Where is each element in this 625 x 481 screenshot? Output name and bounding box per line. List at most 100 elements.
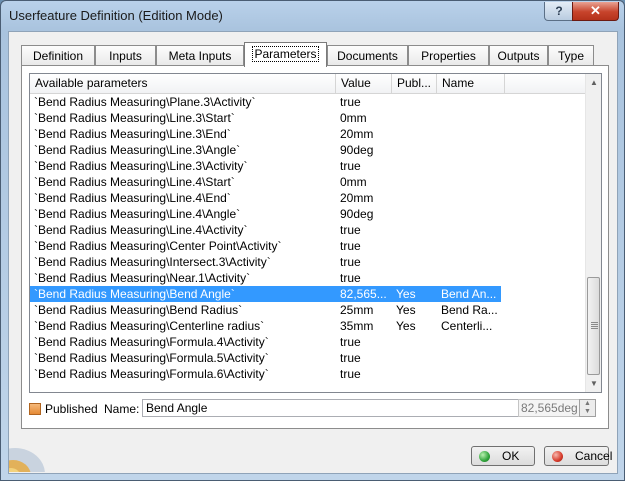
tab-parameters[interactable]: Parameters	[244, 42, 327, 67]
table-row[interactable]: `Bend Radius Measuring\Line.3\End` 20mm	[30, 126, 585, 142]
param-cell: `Bend Radius Measuring\Bend Radius`	[34, 303, 243, 317]
published-cell	[396, 334, 436, 350]
vertical-scrollbar[interactable]: ▲ ▼	[585, 74, 601, 392]
published-cell: Yes	[396, 319, 416, 333]
table-row[interactable]: `Bend Radius Measuring\Centerline radius…	[30, 318, 585, 334]
param-cell: `Bend Radius Measuring\Line.3\Activity`	[34, 159, 248, 173]
ok-label: OK	[502, 449, 520, 463]
parameters-panel: Available parameters Value Publ... Name …	[21, 65, 609, 429]
value-cell: true	[340, 95, 361, 109]
table-row[interactable]: `Bend Radius Measuring\Center Point\Acti…	[30, 238, 585, 254]
table-row[interactable]: `Bend Radius Measuring\Formula.6\Activit…	[30, 366, 585, 382]
value-cell: 35mm	[340, 319, 374, 333]
table-row[interactable]: `Bend Radius Measuring\Line.3\Activity` t…	[30, 158, 585, 174]
value-cell: true	[340, 351, 361, 365]
name-cell	[441, 222, 501, 238]
published-cell	[396, 270, 436, 286]
title-bar[interactable]: Userfeature Definition (Edition Mode) ? …	[1, 1, 624, 31]
tab-documents[interactable]: Documents	[327, 45, 408, 66]
published-cell	[396, 190, 436, 206]
name-cell	[441, 238, 501, 254]
tab-definition[interactable]: Definition	[21, 45, 95, 66]
column-header-published[interactable]: Publ...	[392, 74, 437, 93]
value-cell: 20mm	[340, 191, 374, 205]
dialog-body: Definition Inputs Meta Inputs Parameters Doc…	[8, 31, 618, 474]
table-row[interactable]: `Bend Radius Measuring\Near.1\Activity` t…	[30, 270, 585, 286]
cancel-button[interactable]: Cancel	[544, 446, 612, 466]
table-row[interactable]: `Bend Radius Measuring\Line.4\Activity` t…	[30, 222, 585, 238]
param-cell: `Bend Radius Measuring\Bend Angle`	[34, 287, 235, 301]
value-cell: 0mm	[340, 111, 367, 125]
spin-down-icon: ▼	[584, 408, 591, 415]
close-button[interactable]: ✕	[572, 2, 619, 21]
table-row[interactable]: `Bend Radius Measuring\Line.3\Start` 0mm	[30, 110, 585, 126]
name-cell	[441, 206, 501, 222]
published-cell	[396, 350, 436, 366]
name-cell	[441, 350, 501, 366]
value-cell: true	[340, 239, 361, 253]
name-cell: Bend Ra...	[441, 303, 498, 317]
published-cell	[396, 222, 436, 238]
value-cell: true	[340, 159, 361, 173]
cancel-icon	[552, 451, 563, 462]
help-button[interactable]: ?	[544, 2, 574, 21]
published-cell	[396, 142, 436, 158]
table-row[interactable]: `Bend Radius Measuring\Formula.4\Activit…	[30, 334, 585, 350]
tab-label: Outputs	[497, 49, 540, 63]
param-cell: `Bend Radius Measuring\Centerline radius…	[34, 319, 265, 333]
tab-label: Meta Inputs	[168, 49, 232, 63]
tab-label: Properties	[421, 49, 476, 63]
name-cell	[441, 142, 501, 158]
tab-label: Documents	[337, 49, 398, 63]
table-row[interactable]: `Bend Radius Measuring\Formula.5\Activit…	[30, 350, 585, 366]
value-cell: 20mm	[340, 127, 374, 141]
tab-type[interactable]: Type	[548, 45, 594, 66]
scroll-up-icon[interactable]: ▲	[586, 74, 601, 91]
dialog-window: Userfeature Definition (Edition Mode) ? …	[0, 0, 625, 481]
table-row[interactable]: `Bend Radius Measuring\Bend Radius` 25mm Y…	[30, 302, 585, 318]
param-cell: `Bend Radius Measuring\Line.4\Angle`	[34, 207, 241, 221]
table-row[interactable]: `Bend Radius Measuring\Line.4\Angle` 90de…	[30, 206, 585, 222]
tab-meta-inputs[interactable]: Meta Inputs	[156, 45, 244, 66]
table-row[interactable]: `Bend Radius Measuring\Line.4\Start` 0mm	[30, 174, 585, 190]
published-cell	[396, 110, 436, 126]
value-cell: true	[340, 271, 361, 285]
edit-bar: Published Name: Bend Angle 82,565deg ▲ ▼	[29, 399, 600, 421]
param-cell: `Bend Radius Measuring\Line.3\End`	[34, 127, 231, 141]
table-row[interactable]: `Bend Radius Measuring\Bend Angle` 82,565…	[30, 286, 585, 302]
window-title: Userfeature Definition (Edition Mode)	[9, 8, 223, 23]
published-cell	[396, 366, 436, 382]
ok-button[interactable]: OK	[471, 446, 535, 466]
list-rows: `Bend Radius Measuring\Plane.3\Activity`…	[30, 94, 585, 382]
table-row[interactable]: `Bend Radius Measuring\Line.3\Angle` 90de…	[30, 142, 585, 158]
published-cell: Yes	[396, 287, 416, 301]
value-cell: 25mm	[340, 303, 374, 317]
param-cell: `Bend Radius Measuring\Plane.3\Activity`	[34, 95, 256, 109]
published-checkbox[interactable]	[29, 403, 41, 415]
parameters-list[interactable]: Available parameters Value Publ... Name …	[29, 73, 602, 393]
param-cell: `Bend Radius Measuring\Center Point\Acti…	[34, 239, 282, 253]
column-header-available-parameters[interactable]: Available parameters	[30, 74, 336, 93]
name-cell	[441, 334, 501, 350]
column-header-name[interactable]: Name	[437, 74, 505, 93]
table-row[interactable]: `Bend Radius Measuring\Intersect.3\Activ…	[30, 254, 585, 270]
value-cell: 82,565...	[340, 287, 387, 301]
published-cell	[396, 206, 436, 222]
param-cell: `Bend Radius Measuring\Formula.5\Activit…	[34, 351, 269, 365]
tab-outputs[interactable]: Outputs	[489, 45, 548, 66]
column-header-value[interactable]: Value	[336, 74, 392, 93]
scroll-thumb[interactable]	[587, 277, 600, 375]
published-label: Published	[45, 402, 98, 416]
param-cell: `Bend Radius Measuring\Line.4\Start`	[34, 175, 235, 189]
value-cell: 90deg	[340, 143, 374, 157]
tab-inputs[interactable]: Inputs	[95, 45, 156, 66]
name-label: Name:	[104, 402, 140, 416]
published-cell	[396, 126, 436, 142]
value-cell: 0mm	[340, 175, 367, 189]
scroll-down-icon[interactable]: ▼	[586, 375, 601, 392]
table-row[interactable]: `Bend Radius Measuring\Plane.3\Activity`…	[30, 94, 585, 110]
name-cell	[441, 110, 501, 126]
name-input[interactable]: Bend Angle	[142, 399, 520, 417]
tab-properties[interactable]: Properties	[408, 45, 489, 66]
table-row[interactable]: `Bend Radius Measuring\Line.4\End` 20mm	[30, 190, 585, 206]
